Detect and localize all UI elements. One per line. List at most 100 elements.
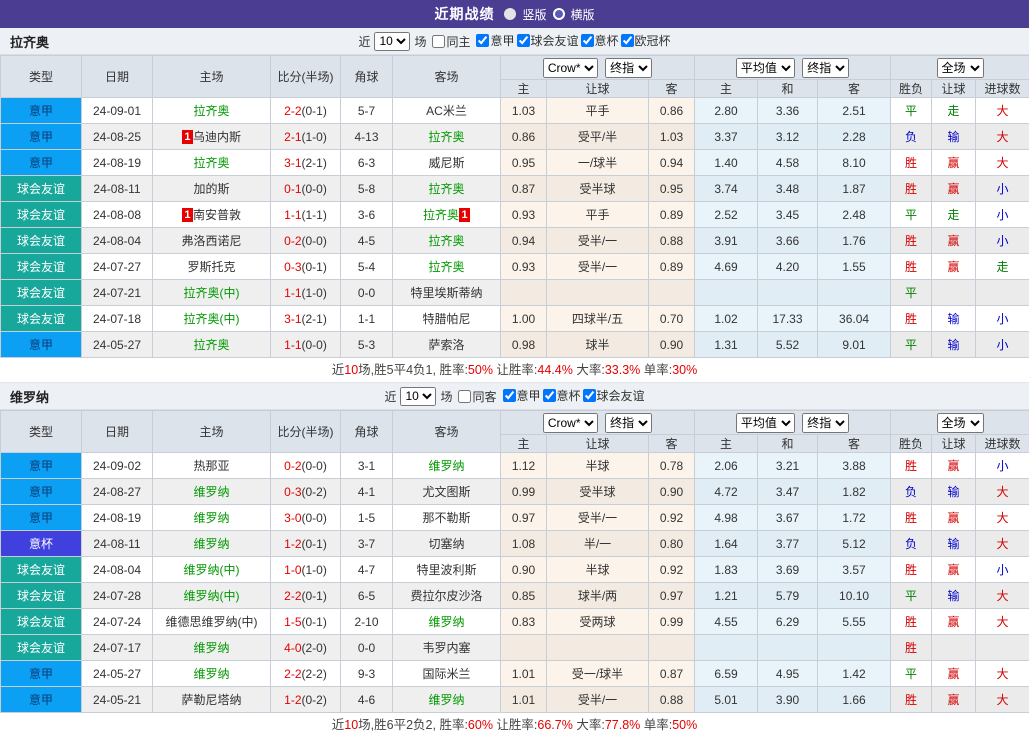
avg-away-cell: 2.48 bbox=[817, 201, 892, 228]
result-label: 胜 bbox=[905, 260, 918, 274]
league-filter[interactable]: 球会友谊 bbox=[581, 387, 645, 404]
radio-horizontal-icon[interactable] bbox=[552, 8, 565, 20]
score-cell: 3-1(2-1) bbox=[270, 149, 341, 176]
fulltime-score: 3-1 bbox=[284, 155, 302, 170]
result-label: 胜 bbox=[905, 312, 918, 326]
result-goals-cell: 小 bbox=[975, 452, 1029, 479]
result-label: 负 bbox=[905, 485, 918, 499]
bookmaker-select[interactable]: Crow* bbox=[542, 412, 598, 433]
result-handicap-cell: 输 bbox=[931, 478, 977, 505]
sub-avg-away: 客 bbox=[817, 79, 892, 98]
avg-home-cell bbox=[694, 279, 759, 306]
league-checkbox[interactable] bbox=[542, 389, 556, 402]
scope-select[interactable]: 全场 bbox=[936, 412, 984, 433]
league-filter[interactable]: 欧冠杯 bbox=[619, 32, 671, 49]
odds-final-select[interactable]: 终指 bbox=[605, 57, 653, 78]
league-checkbox[interactable] bbox=[582, 389, 596, 402]
radio-vertical-icon[interactable] bbox=[504, 8, 517, 20]
result-goals-cell: 大 bbox=[975, 582, 1029, 609]
odds-away-cell: 0.90 bbox=[647, 478, 696, 505]
same-venue-filter[interactable]: 同主 bbox=[430, 33, 470, 50]
fulltime-score: 1-1 bbox=[284, 337, 302, 352]
league-cell: 意甲 bbox=[0, 504, 82, 531]
avg-away-cell: 1.66 bbox=[817, 686, 892, 713]
sub-avg-home: 主 bbox=[694, 434, 759, 453]
match-count-select[interactable]: 10 bbox=[400, 386, 437, 406]
odds-away-cell: 0.90 bbox=[647, 331, 696, 358]
league-checkbox[interactable] bbox=[502, 389, 516, 402]
result-label: 大 bbox=[996, 693, 1009, 707]
league-filter[interactable]: 意杯 bbox=[579, 32, 619, 49]
odds-final-select[interactable]: 终指 bbox=[605, 412, 653, 433]
avg-draw-cell: 17.33 bbox=[757, 305, 819, 332]
same-venue-filter[interactable]: 同客 bbox=[456, 388, 497, 405]
avg-draw-cell: 3.77 bbox=[757, 530, 819, 557]
team-section-lazio: 拉齐奥 近 10 场 同主 意甲 球会友谊 意杯 欧冠杯 类型 日期 主场 比分… bbox=[0, 28, 1029, 383]
home-team-cell: 维罗纳 bbox=[152, 478, 271, 505]
league-checkbox[interactable] bbox=[620, 34, 634, 47]
corners-cell: 2-10 bbox=[340, 608, 393, 635]
average-select[interactable]: 平均值 bbox=[735, 57, 795, 78]
league-filter[interactable]: 意甲 bbox=[501, 387, 541, 404]
sub-avg-home: 主 bbox=[694, 79, 759, 98]
league-filter[interactable]: 意杯 bbox=[541, 387, 581, 404]
odds-away-cell: 0.92 bbox=[647, 556, 696, 583]
league-cell: 意甲 bbox=[0, 331, 82, 358]
avg-away-cell: 5.55 bbox=[817, 608, 892, 635]
team-label: 拉齐奥 bbox=[193, 104, 230, 118]
sub-odds-home: 主 bbox=[500, 434, 547, 453]
odds-home-cell: 1.00 bbox=[500, 305, 547, 332]
avg-draw-cell: 4.58 bbox=[757, 149, 819, 176]
corners-cell: 5-7 bbox=[340, 97, 393, 124]
summary-stat-value: 10 bbox=[344, 718, 359, 732]
same-venue-checkbox[interactable] bbox=[432, 34, 446, 48]
league-filter[interactable]: 意甲 bbox=[474, 32, 515, 49]
result-label: 输 bbox=[947, 130, 960, 144]
league-checkbox[interactable] bbox=[580, 34, 594, 47]
same-venue-checkbox[interactable] bbox=[458, 389, 472, 403]
odds-away-cell: 0.70 bbox=[647, 305, 696, 332]
odds-away-cell: 0.95 bbox=[647, 175, 696, 202]
away-team-cell: 萨索洛 bbox=[392, 331, 501, 358]
league-cell: 球会友谊 bbox=[0, 556, 82, 583]
away-team-cell: 那不勒斯 bbox=[392, 504, 501, 531]
date-cell: 24-08-19 bbox=[81, 149, 153, 176]
fulltime-score: 0-2 bbox=[284, 233, 302, 248]
result-label: 赢 bbox=[947, 667, 960, 681]
match-count-select[interactable]: 10 bbox=[374, 31, 411, 51]
match-row: 意甲 24-08-19 维罗纳 3-0(0-0) 1-5 那不勒斯 0.97 受半/一 0.92… bbox=[0, 504, 1029, 531]
home-team-cell: 维罗纳(中) bbox=[152, 556, 271, 583]
league-cell: 球会友谊 bbox=[0, 201, 82, 228]
scope-select[interactable]: 全场 bbox=[936, 57, 984, 78]
handicap-line-cell bbox=[546, 634, 649, 661]
radio-vertical-label[interactable]: 竖版 bbox=[522, 6, 546, 23]
col-away: 客场 bbox=[392, 55, 501, 98]
home-team-cell: 罗斯托克 bbox=[152, 253, 271, 280]
team-label: 南安普敦 bbox=[192, 208, 241, 222]
halftime-score: (1-0) bbox=[301, 129, 327, 144]
league-filter[interactable]: 球会友谊 bbox=[515, 32, 579, 49]
average-select[interactable]: 平均值 bbox=[735, 412, 795, 433]
league-checkbox[interactable] bbox=[516, 34, 530, 47]
match-row: 意甲 24-08-25 1 乌迪内斯 2-1(1-0) 4-13 拉齐奥 0.86 受平/半 1.… bbox=[0, 123, 1029, 150]
avg-home-cell bbox=[694, 634, 759, 661]
fulltime-score: 0-2 bbox=[284, 458, 302, 473]
match-row: 球会友谊 24-08-11 加的斯 0-1(0-0) 5-8 拉齐奥 0.87 受半球 0.95… bbox=[0, 175, 1029, 202]
avg-final-select[interactable]: 终指 bbox=[802, 57, 850, 78]
corners-cell: 5-3 bbox=[340, 331, 393, 358]
team-label: 拉齐奥 bbox=[428, 260, 465, 274]
team-label: AC米兰 bbox=[426, 104, 467, 118]
sub-handicap: 让球 bbox=[546, 79, 649, 98]
halftime-score: (0-2) bbox=[301, 692, 327, 707]
date-cell: 24-08-08 bbox=[81, 201, 153, 228]
league-checkbox[interactable] bbox=[476, 34, 490, 47]
avg-draw-cell bbox=[757, 634, 819, 661]
col-type: 类型 bbox=[0, 55, 82, 98]
halftime-score: (0-1) bbox=[301, 588, 327, 603]
bookmaker-select[interactable]: Crow* bbox=[542, 57, 598, 78]
corners-cell: 9-3 bbox=[340, 660, 393, 687]
result-label: 胜 bbox=[905, 234, 918, 248]
radio-horizontal-label[interactable]: 横版 bbox=[571, 6, 595, 23]
avg-final-select[interactable]: 终指 bbox=[802, 412, 850, 433]
title-bar: 近期战绩 竖版 横版 bbox=[0, 0, 1029, 28]
